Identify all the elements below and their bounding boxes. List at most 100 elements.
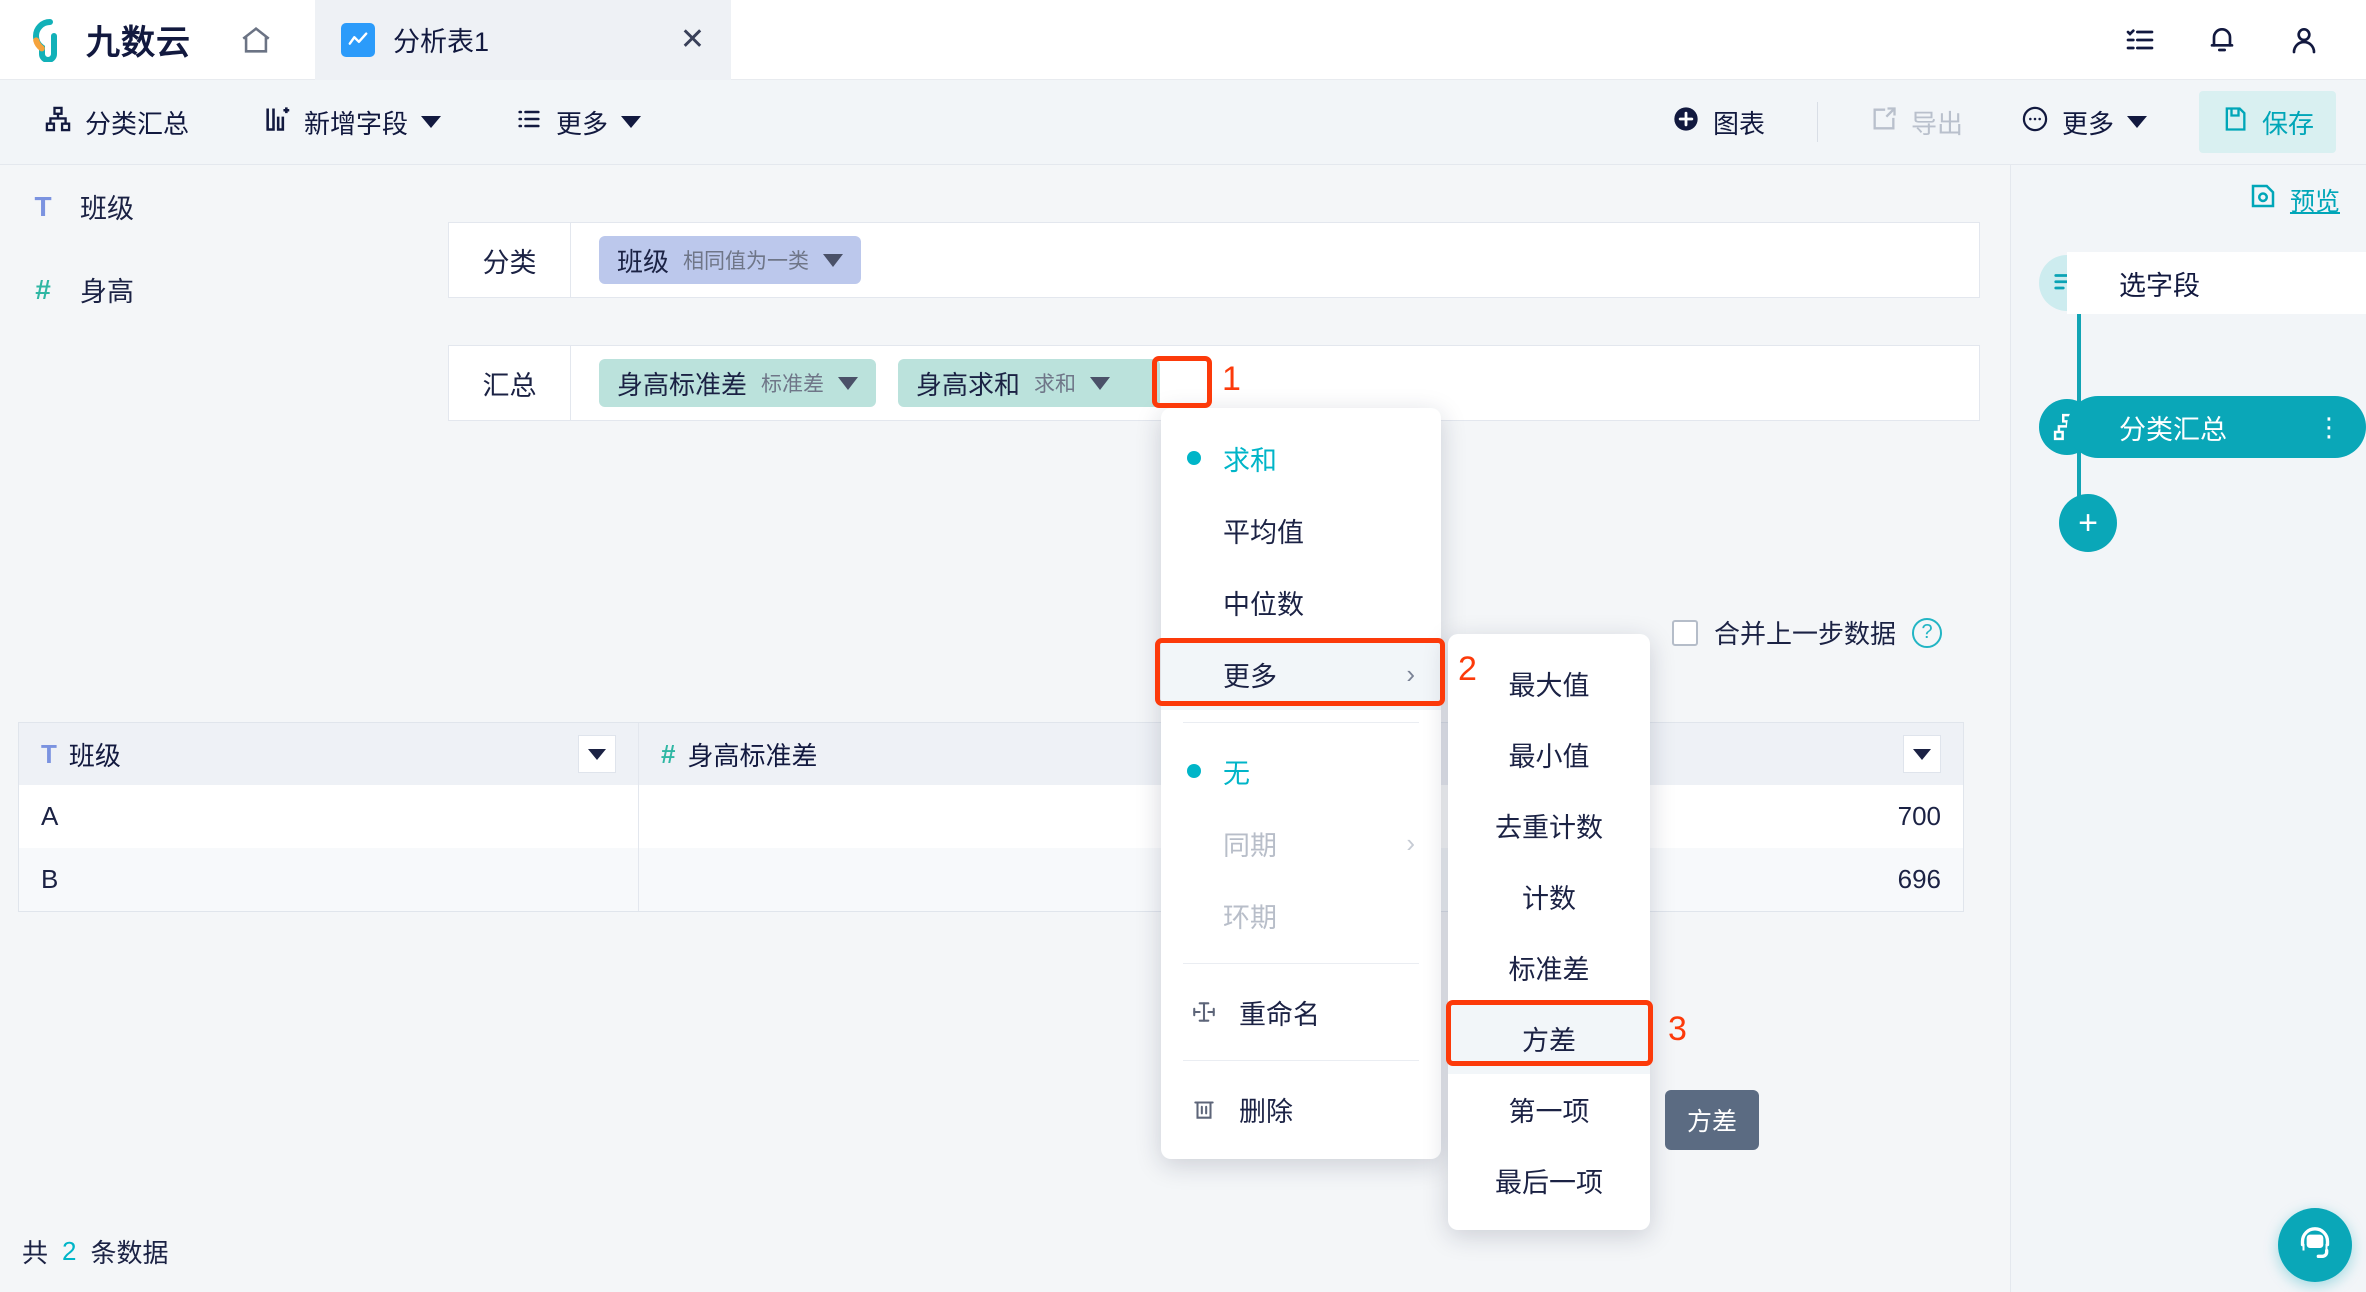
headset-icon xyxy=(2295,1223,2335,1268)
flow-panel: 预览 选字段 分类汇总 ⋮ + xyxy=(2010,165,2366,1292)
table-cell: B xyxy=(19,848,639,911)
toolbar-label: 新增字段 xyxy=(304,108,409,139)
aggregation-dropdown-menu: 求和 平均值 中位数 更多 › 无 同期 › 环期 重命名 删除 xyxy=(1161,408,1441,1159)
menu-item-label: 去重计数 xyxy=(1495,813,1603,843)
menu-item-label: 方差 xyxy=(1522,1026,1576,1056)
menu-item-sum[interactable]: 求和 xyxy=(1161,422,1441,494)
toolbar-label: 更多 xyxy=(2061,108,2114,139)
save-button[interactable]: 保存 xyxy=(2198,91,2336,153)
pill-sub: 求和 xyxy=(1034,373,1077,396)
table-row[interactable]: B 3 696 xyxy=(19,848,1963,911)
pill-name: 身高求和 xyxy=(916,369,1021,400)
chevron-down-icon[interactable] xyxy=(838,376,859,390)
annotation-number-2: 2 xyxy=(1458,650,1477,688)
flow-node-group-summary[interactable]: 分类汇总 ⋮ xyxy=(2039,388,2366,466)
row-count-value: 2 xyxy=(62,1235,77,1266)
field-type-number-icon: # xyxy=(661,738,676,769)
rename-icon xyxy=(1187,999,1221,1025)
toolbar-add-field-button[interactable]: 新增字段 xyxy=(257,94,447,150)
field-list: T 班级 # 身高 xyxy=(0,165,440,331)
toolbar-more-right-button[interactable]: 更多 xyxy=(2015,94,2153,150)
column-filter-button[interactable] xyxy=(1903,735,1941,773)
flow-node-label-wrap: 分类汇总 ⋮ xyxy=(2067,396,2366,458)
menu-item-label: 环期 xyxy=(1223,902,1277,933)
submenu-item-max[interactable]: 最大值 xyxy=(1448,648,1650,719)
submenu-item-distinct-count[interactable]: 去重计数 xyxy=(1448,790,1650,861)
tab-analysis-sheet-1[interactable]: 分析表1 ✕ xyxy=(315,0,731,80)
toolbar-chart-button[interactable]: 图表 xyxy=(1666,94,1771,150)
table-header-label: 班级 xyxy=(68,740,121,771)
pill-sub: 相同值为一类 xyxy=(683,250,810,273)
toolbar-label: 图表 xyxy=(1712,108,1765,139)
chevron-down-icon xyxy=(621,116,642,128)
menu-item-median[interactable]: 中位数 xyxy=(1161,566,1441,638)
save-label: 保存 xyxy=(2261,108,2314,139)
menu-divider xyxy=(1183,722,1419,723)
home-icon[interactable] xyxy=(233,17,279,63)
menu-item-average[interactable]: 平均值 xyxy=(1161,494,1441,566)
menu-item-label: 重命名 xyxy=(1239,999,1320,1030)
task-list-icon[interactable] xyxy=(2122,22,2158,58)
toolbar-export-button[interactable]: 导出 xyxy=(1864,94,1969,150)
menu-item-label: 同期 xyxy=(1223,830,1277,861)
merge-previous-step-row: 合并上一步数据 ? xyxy=(1672,614,1943,651)
merge-checkbox[interactable] xyxy=(1672,619,1698,646)
summary-pill-height-sum[interactable]: 身高求和 求和 xyxy=(898,359,1161,407)
top-bar-actions xyxy=(2122,22,2366,58)
user-icon[interactable] xyxy=(2286,22,2322,58)
variance-tooltip: 方差 xyxy=(1665,1090,1760,1150)
summary-pill-height-stddev[interactable]: 身高标准差 标准差 xyxy=(599,359,877,407)
menu-item-none[interactable]: 无 xyxy=(1161,735,1441,807)
toolbar-label: 更多 xyxy=(556,108,609,139)
row-count-prefix: 共 xyxy=(22,1237,49,1268)
field-item-height[interactable]: # 身高 xyxy=(0,248,440,331)
submenu-item-first[interactable]: 第一项 xyxy=(1448,1074,1650,1145)
logo-icon xyxy=(32,18,57,62)
submenu-item-last[interactable]: 最后一项 xyxy=(1448,1145,1650,1216)
menu-item-rename[interactable]: 重命名 xyxy=(1161,976,1441,1048)
chevron-down-icon[interactable] xyxy=(1090,376,1111,390)
toolbar-group-summary-button[interactable]: 分类汇总 xyxy=(38,94,195,150)
more-options-icon[interactable]: ⋮ xyxy=(2316,412,2344,443)
menu-item-delete[interactable]: 删除 xyxy=(1161,1073,1441,1145)
preview-icon xyxy=(2248,181,2278,218)
selected-dot-icon xyxy=(1187,451,1201,465)
toolbar-label: 分类汇总 xyxy=(85,108,190,139)
submenu-item-variance[interactable]: 方差 xyxy=(1448,1003,1650,1074)
table-header-cell-class[interactable]: T 班级 xyxy=(19,723,639,785)
chevron-down-icon xyxy=(421,116,442,128)
flow-node-label: 分类汇总 xyxy=(2119,414,2227,445)
toolbar-more-button[interactable]: 更多 xyxy=(509,94,647,150)
preview-button[interactable]: 预览 xyxy=(2011,165,2366,218)
menu-item-label: 第一项 xyxy=(1508,1097,1590,1127)
chevron-right-icon: › xyxy=(1406,658,1415,689)
submenu-item-count[interactable]: 计数 xyxy=(1448,861,1650,932)
support-chat-button[interactable] xyxy=(2278,1208,2352,1282)
help-icon[interactable]: ? xyxy=(1912,617,1943,648)
tab-label: 分析表1 xyxy=(393,27,490,57)
field-label: 身高 xyxy=(80,277,134,307)
annotation-number-3: 3 xyxy=(1668,1010,1687,1048)
chart-icon xyxy=(341,22,375,57)
table-cell: A xyxy=(19,785,639,848)
trash-icon xyxy=(1187,1096,1221,1122)
flow-node-select-field[interactable]: 选字段 xyxy=(2039,244,2366,322)
field-item-class[interactable]: T 班级 xyxy=(0,165,440,248)
pill-name: 班级 xyxy=(617,246,670,277)
menu-divider xyxy=(1183,1060,1419,1061)
menu-item-label: 无 xyxy=(1223,758,1250,789)
preview-label: 预览 xyxy=(2289,187,2340,216)
chevron-down-icon[interactable] xyxy=(823,253,844,267)
close-icon[interactable]: ✕ xyxy=(680,24,705,55)
bell-icon[interactable] xyxy=(2204,22,2240,58)
table-row[interactable]: A 2 700 xyxy=(19,785,1963,848)
add-step-button[interactable]: + xyxy=(2059,494,2117,552)
brand-logo[interactable]: 九数云 xyxy=(0,15,191,64)
column-filter-button[interactable] xyxy=(578,735,616,773)
submenu-item-stddev[interactable]: 标准差 xyxy=(1448,932,1650,1003)
submenu-item-min[interactable]: 最小值 xyxy=(1448,719,1650,790)
status-bar: 共 2 条数据 xyxy=(0,1210,2010,1292)
summary-label: 汇总 xyxy=(449,346,571,420)
category-pill-class[interactable]: 班级 相同值为一类 xyxy=(599,236,862,284)
menu-item-more[interactable]: 更多 › xyxy=(1161,638,1441,710)
